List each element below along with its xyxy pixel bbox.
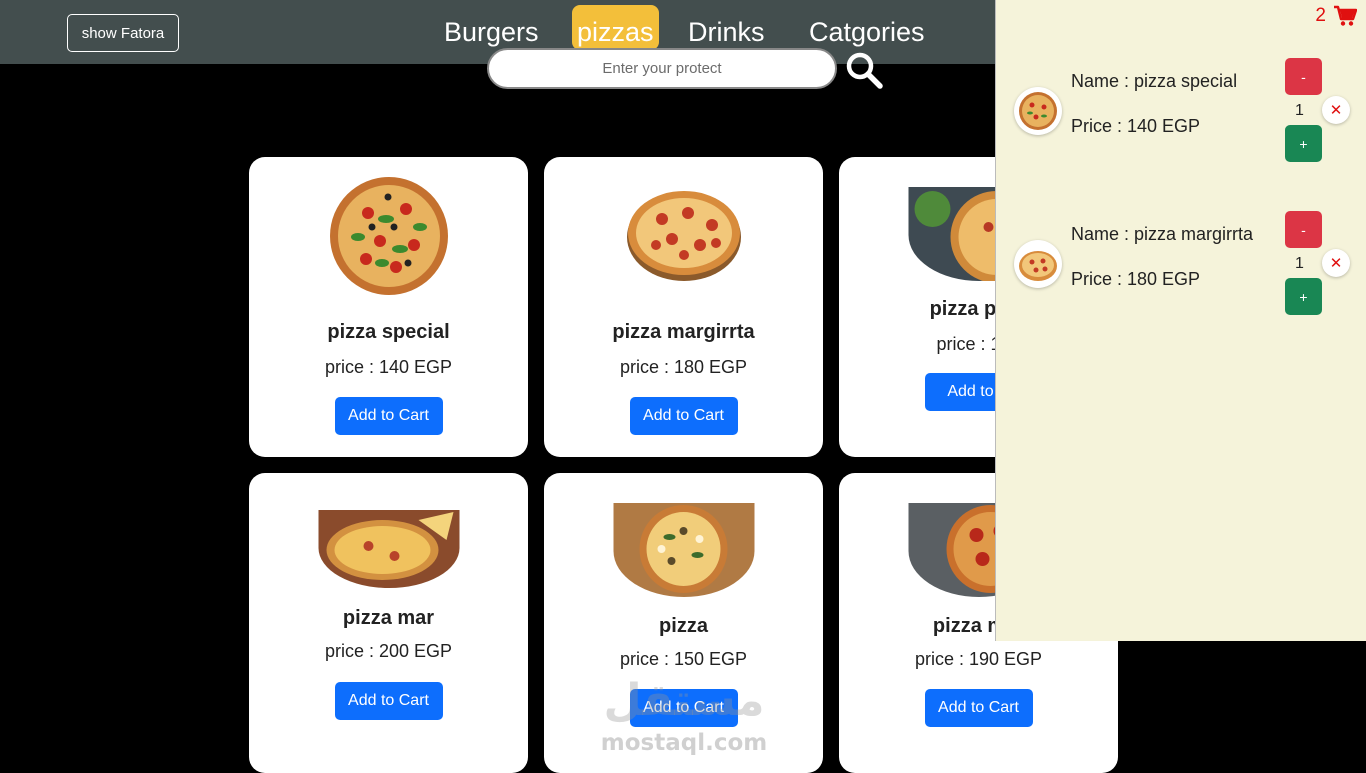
cart-item-price: Price : 140 EGP xyxy=(1071,116,1201,136)
add-to-cart-button[interactable]: Add to Cart xyxy=(334,682,443,720)
pizza-image xyxy=(318,510,459,588)
cart-item-quantity: 1 xyxy=(1295,255,1304,272)
nav-pizzas[interactable]: pizzas xyxy=(572,5,659,50)
watermark-logo: مستقل xyxy=(603,675,765,726)
cart-item-name: Name : pizza margirrta xyxy=(1071,224,1254,244)
product-title: pizza margirrta xyxy=(612,321,755,343)
increase-quantity-button[interactable]: + xyxy=(1285,125,1322,162)
remove-item-button[interactable]: ✕ xyxy=(1322,96,1350,124)
product-title: pizza mar xyxy=(342,607,435,629)
cart-count-badge: 2 xyxy=(1315,5,1326,26)
product-price: price : 150 EGP xyxy=(619,649,748,669)
product-price: price : 190 EGP xyxy=(914,649,1043,669)
cart-item: Name : pizza margirrta Price : 180 EGP -… xyxy=(996,211,1366,341)
cart-item-price: Price : 180 EGP xyxy=(1071,269,1201,289)
product-card: pizza mar price : 200 EGP Add to Cart xyxy=(249,473,528,773)
decrease-quantity-button[interactable]: - xyxy=(1285,211,1322,248)
add-to-cart-button[interactable]: Add to Cart xyxy=(629,397,738,435)
product-card: pizza price : 150 EGP Add to Cart xyxy=(544,473,823,773)
show-fatora-button[interactable]: show Fatora xyxy=(67,14,179,52)
search-icon[interactable] xyxy=(845,51,883,89)
product-title: pizza special xyxy=(327,321,450,343)
increase-quantity-button[interactable]: + xyxy=(1285,278,1322,315)
decrease-quantity-button[interactable]: - xyxy=(1285,58,1322,95)
cart-panel: 2 Name : pizza special Price : 140 EGP -… xyxy=(995,0,1366,641)
cart-item-quantity: 1 xyxy=(1295,102,1304,119)
cart-item-image xyxy=(1014,87,1062,135)
search-input[interactable] xyxy=(487,48,837,89)
cart-item-image xyxy=(1014,240,1062,288)
pizza-image xyxy=(626,191,741,281)
add-to-cart-button[interactable]: Add to Cart xyxy=(334,397,443,435)
add-to-cart-button[interactable]: Add to Cart xyxy=(924,689,1033,727)
product-title: pizza xyxy=(659,615,708,637)
pizza-image xyxy=(329,177,448,295)
nav-drinks[interactable]: Drinks xyxy=(688,12,765,52)
nav-categories[interactable]: Catgories xyxy=(809,12,925,52)
product-card: pizza special price : 140 EGP Add to Car… xyxy=(249,157,528,457)
nav-burgers[interactable]: Burgers xyxy=(444,12,539,52)
product-card: pizza margirrta price : 180 EGP Add to C… xyxy=(544,157,823,457)
product-price: price : 180 EGP xyxy=(619,357,748,377)
remove-item-button[interactable]: ✕ xyxy=(1322,249,1350,277)
product-price: price : 200 EGP xyxy=(324,641,453,661)
cart-item-name: Name : pizza special xyxy=(1071,71,1238,91)
cart-icon[interactable] xyxy=(1333,5,1357,27)
product-price: price : 140 EGP xyxy=(324,357,453,377)
cart-item: Name : pizza special Price : 140 EGP - 1… xyxy=(996,58,1366,188)
watermark-text: mostaql.com xyxy=(600,730,768,756)
pizza-image xyxy=(613,503,754,597)
